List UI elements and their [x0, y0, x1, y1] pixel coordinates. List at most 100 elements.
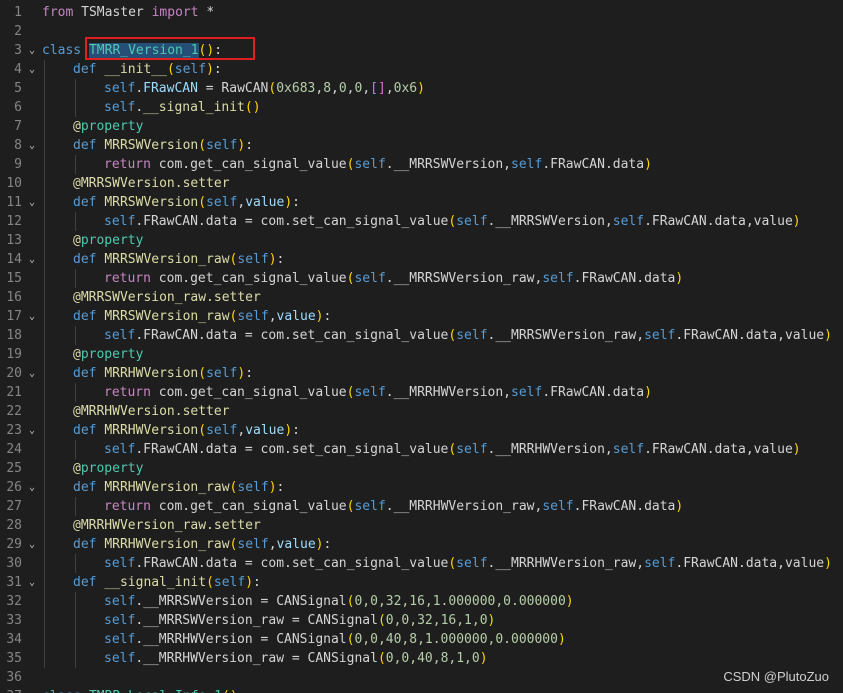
code-line[interactable]: 14 ⌄ def MRRSWVersion_raw(self): — [0, 250, 843, 269]
code-token: () — [222, 689, 238, 693]
fold-chevron-icon[interactable]: ⌄ — [26, 421, 38, 440]
fold-chevron-icon[interactable]: ⌄ — [26, 478, 38, 497]
code-token: property — [80, 233, 144, 248]
indent-guide — [44, 459, 45, 478]
fold-chevron-icon[interactable]: ⌄ — [26, 307, 38, 326]
code-token: 8 — [323, 81, 332, 96]
code-token: ) — [284, 195, 293, 210]
code-token: def — [73, 195, 97, 210]
fold-chevron-icon[interactable]: ⌄ — [26, 687, 38, 693]
code-line[interactable]: 3 ⌄ class TMRR_Version_1(): — [0, 41, 843, 60]
code-line[interactable]: 34 self.__MRRHWVersion = CANSignal(0,0,40… — [0, 630, 843, 649]
code-line[interactable]: 18 self.FRawCAN.data = com.set_can_signal… — [0, 326, 843, 345]
code-token: .FRawCAN.data — [573, 499, 676, 514]
indent-guide — [44, 592, 45, 611]
fold-chevron-icon[interactable]: ⌄ — [26, 60, 38, 79]
code-line[interactable]: 16 @MRRSWVersion_raw.setter — [0, 288, 843, 307]
indent-guide — [75, 440, 76, 459]
code-token: def — [73, 366, 97, 381]
code-token: def — [73, 309, 97, 324]
indent-guide — [75, 326, 76, 345]
code-line[interactable]: 33 self.__MRRSWVersion_raw = CANSignal(0,… — [0, 611, 843, 630]
code-editor[interactable]: 1 from TSMaster import * 2 3 ⌄ class TMRR_Ver… — [0, 0, 843, 693]
code-line[interactable]: 1 from TSMaster import * — [0, 3, 843, 22]
code-line[interactable]: 20 ⌄ def MRRHWVersion(self): — [0, 364, 843, 383]
code-line[interactable]: 5 self.FRawCAN = RawCAN(0x683,8,0,0,[],0x… — [0, 79, 843, 98]
code-line[interactable]: 8 ⌄ def MRRSWVersion(self): — [0, 136, 843, 155]
code-token: ( — [166, 62, 175, 77]
code-token: @ — [73, 347, 81, 362]
code-line[interactable]: 37 ⌄ class TMRR_Local_Info_1(): — [0, 687, 843, 693]
code-token: value — [245, 423, 285, 438]
code-token: MRRSWVersion — [104, 195, 199, 210]
line-number: 5 — [14, 81, 22, 96]
fold-chevron-icon[interactable]: ⌄ — [26, 535, 38, 554]
code-token: MRRHWVersion_raw — [104, 480, 230, 495]
code-line[interactable]: 13 @property — [0, 231, 843, 250]
fold-chevron-icon[interactable]: ⌄ — [26, 41, 38, 60]
fold-chevron-icon[interactable]: ⌄ — [26, 136, 38, 155]
code-line[interactable]: 19 @property — [0, 345, 843, 364]
code-line[interactable]: 17 ⌄ def MRRSWVersion_raw(self,value): — [0, 307, 843, 326]
code-text: @property — [73, 459, 143, 478]
code-line[interactable]: 7 @property — [0, 117, 843, 136]
code-line[interactable]: 2 — [0, 22, 843, 41]
code-token: .__MRRSWVersion, — [487, 214, 613, 229]
code-line[interactable]: 27 return com.get_can_signal_value(self._… — [0, 497, 843, 516]
indent-guide — [44, 231, 45, 250]
line-number: 4 — [14, 62, 22, 77]
code-token: self — [456, 442, 488, 457]
fold-chevron-icon[interactable]: ⌄ — [26, 364, 38, 383]
fold-chevron-icon[interactable]: ⌄ — [26, 573, 38, 592]
code-line[interactable]: 32 self.__MRRSWVersion = CANSignal(0,0,32… — [0, 592, 843, 611]
code-token: def — [73, 537, 97, 552]
code-token: def — [73, 423, 97, 438]
line-number: 22 — [6, 404, 22, 419]
code-token: __signal_init — [143, 100, 245, 115]
code-line[interactable]: 35 self.__MRRHWVersion_raw = CANSignal(0,… — [0, 649, 843, 668]
code-line[interactable]: 22 @MRRHWVersion.setter — [0, 402, 843, 421]
code-token: ) — [268, 252, 277, 267]
code-token: import — [151, 5, 199, 20]
code-line[interactable]: 4 ⌄ def __init__(self): — [0, 60, 843, 79]
code-token: com.get_can_signal_value — [150, 157, 347, 172]
code-line[interactable]: 15 return com.get_can_signal_value(self._… — [0, 269, 843, 288]
code-line[interactable]: 24 self.FRawCAN.data = com.set_can_signal… — [0, 440, 843, 459]
code-line[interactable]: 21 return com.get_can_signal_value(self._… — [0, 383, 843, 402]
indent-guide — [75, 79, 76, 98]
code-line[interactable]: 12 self.FRawCAN.data = com.set_can_signal… — [0, 212, 843, 231]
line-number: 14 — [6, 252, 22, 267]
code-line[interactable]: 29 ⌄ def MRRHWVersion_raw(self,value): — [0, 535, 843, 554]
code-token: @MRRHWVersion_raw.setter — [73, 518, 261, 533]
line-number: 26 — [6, 480, 22, 495]
code-line[interactable]: 6 self.__signal_init() — [0, 98, 843, 117]
code-token: return — [104, 271, 151, 286]
code-token: self — [354, 157, 386, 172]
fold-chevron-icon[interactable]: ⌄ — [26, 193, 38, 212]
code-line[interactable]: 25 @property — [0, 459, 843, 478]
code-line[interactable]: 28 @MRRHWVersion_raw.setter — [0, 516, 843, 535]
code-line[interactable]: 11 ⌄ def MRRSWVersion(self,value): — [0, 193, 843, 212]
code-token: , — [268, 537, 277, 552]
indent-guide — [44, 535, 45, 554]
line-number: 11 — [6, 195, 22, 210]
code-token: self — [644, 556, 676, 571]
code-line[interactable]: 36 — [0, 668, 843, 687]
code-token: : — [253, 575, 261, 590]
code-line[interactable]: 23 ⌄ def MRRHWVersion(self,value): — [0, 421, 843, 440]
code-line[interactable]: 26 ⌄ def MRRHWVersion_raw(self): — [0, 478, 843, 497]
code-line[interactable]: 9 return com.get_can_signal_value(self.__… — [0, 155, 843, 174]
code-line[interactable]: 30 self.FRawCAN.data = com.set_can_signal… — [0, 554, 843, 573]
line-number: 8 — [14, 138, 22, 153]
indent-guide — [44, 193, 45, 212]
code-token: ( — [206, 575, 214, 590]
code-text: self.__MRRHWVersion = CANSignal(0,0,40,8… — [104, 630, 566, 649]
line-number: 17 — [6, 309, 22, 324]
code-line[interactable]: 31 ⌄ def __signal_init(self): — [0, 573, 843, 592]
line-number: 35 — [6, 651, 22, 666]
code-line[interactable]: 10 @MRRSWVersion.setter — [0, 174, 843, 193]
code-token: () — [244, 100, 261, 115]
fold-chevron-icon[interactable]: ⌄ — [26, 250, 38, 269]
indent-guide — [44, 421, 45, 440]
line-number: 34 — [6, 632, 22, 647]
